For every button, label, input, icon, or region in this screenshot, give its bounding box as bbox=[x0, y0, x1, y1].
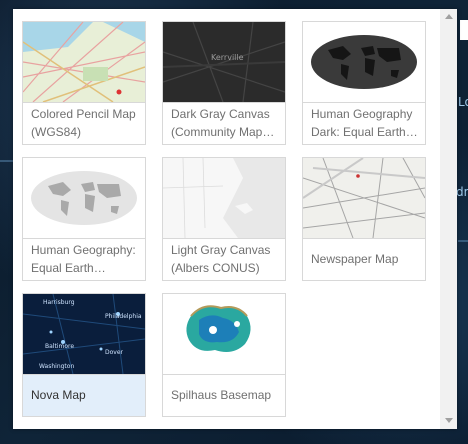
basemap-title: Colored Pencil Map (WGS84) bbox=[31, 107, 136, 139]
thumbnail-city-label: Harrisburg bbox=[43, 299, 75, 306]
basemap-title: Newspaper Map bbox=[311, 252, 399, 266]
basemap-card-light-gray[interactable]: Light Gray Canvas (Albers CONUS) bbox=[162, 157, 286, 281]
basemap-thumbnail bbox=[303, 22, 425, 103]
scroll-down-arrow-icon[interactable] bbox=[445, 418, 453, 423]
basemap-title: Dark Gray Canvas (Community Map… bbox=[171, 107, 275, 139]
basemap-title: Light Gray Canvas (Albers CONUS) bbox=[171, 243, 271, 275]
basemap-title: Nova Map bbox=[31, 388, 86, 402]
basemap-title: Human Geography: Equal Earth… bbox=[31, 243, 136, 275]
basemap-thumbnail: Harrisburg Philadelphia Baltimore Washin… bbox=[23, 294, 145, 375]
basemap-card-dark-gray[interactable]: Kerrville Dark Gray Canvas (Community Ma… bbox=[162, 21, 286, 145]
basemap-thumbnail bbox=[303, 158, 425, 239]
basemap-card-human-geo[interactable]: Human Geography: Equal Earth… bbox=[22, 157, 146, 281]
background-map-label: dm bbox=[456, 185, 468, 199]
background-map-label: Lo bbox=[458, 95, 468, 109]
basemap-title: Spilhaus Basemap bbox=[171, 388, 272, 402]
basemap-thumbnail bbox=[23, 22, 145, 103]
basemap-thumbnail bbox=[23, 158, 145, 239]
scroll-up-arrow-icon[interactable] bbox=[445, 14, 453, 19]
basemap-card-human-geo-dark[interactable]: Human Geography Dark: Equal Earth… bbox=[302, 21, 426, 145]
basemap-card-colored-pencil[interactable]: Colored Pencil Map (WGS84) bbox=[22, 21, 146, 145]
basemap-gallery-panel: Colored Pencil Map (WGS84) Kerrville Dar… bbox=[13, 9, 457, 429]
basemap-thumbnail bbox=[163, 158, 285, 239]
basemap-card-newspaper[interactable]: Newspaper Map bbox=[302, 157, 426, 281]
basemap-title: Human Geography Dark: Equal Earth… bbox=[311, 107, 418, 139]
basemap-thumbnail: Kerrville bbox=[163, 22, 285, 103]
basemap-card-nova[interactable]: Harrisburg Philadelphia Baltimore Washin… bbox=[22, 293, 146, 417]
vertical-scrollbar[interactable] bbox=[440, 9, 457, 429]
thumbnail-city-label: Washington bbox=[39, 363, 74, 370]
thumbnail-city-label: Kerrville bbox=[211, 53, 244, 62]
thumbnail-city-label: Baltimore bbox=[45, 343, 74, 350]
map-widget-button[interactable] bbox=[460, 20, 468, 40]
thumbnail-city-label: Dover bbox=[105, 349, 124, 356]
basemap-card-spilhaus[interactable]: Spilhaus Basemap bbox=[162, 293, 286, 417]
thumbnail-city-label: Philadelphia bbox=[105, 313, 142, 320]
basemap-thumbnail bbox=[163, 294, 285, 375]
